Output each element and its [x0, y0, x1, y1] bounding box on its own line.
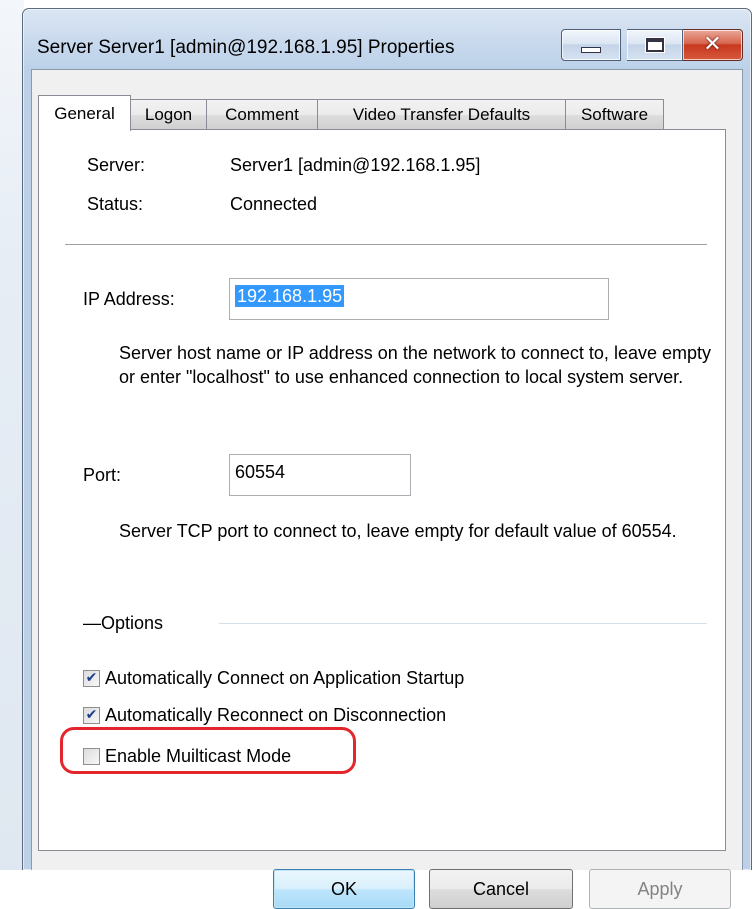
tab-software[interactable]: Software: [565, 99, 664, 130]
properties-dialog: Server Server1 [admin@192.168.1.95] Prop…: [22, 8, 752, 909]
desktop-background: [0, 0, 24, 870]
separator: [65, 244, 707, 246]
options-group-line: [219, 623, 707, 625]
option-auto-reconnect[interactable]: ✔ Automatically Reconnect on Disconnecti…: [83, 702, 446, 728]
apply-button[interactable]: Apply: [589, 869, 731, 909]
tab-comment[interactable]: Comment: [206, 99, 318, 130]
ip-address-input[interactable]: 192.168.1.95: [229, 278, 609, 320]
options-group-label: —Options: [83, 613, 164, 633]
port-description: Server TCP port to connect to, leave emp…: [119, 521, 677, 541]
red-highlight-annotation: [60, 727, 356, 774]
minimize-button[interactable]: [561, 29, 621, 61]
option-auto-connect[interactable]: ✔ Automatically Connect on Application S…: [83, 665, 464, 691]
tab-video-transfer-defaults[interactable]: Video Transfer Defaults: [317, 99, 566, 130]
ip-address-value: 192.168.1.95: [235, 285, 345, 307]
minimize-icon: [581, 47, 601, 53]
port-label: Port:: [83, 465, 122, 485]
maximize-button[interactable]: [627, 29, 683, 61]
port-input[interactable]: 60554: [229, 454, 411, 496]
ip-address-description: Server host name or IP address on the ne…: [119, 343, 711, 387]
checkbox-icon[interactable]: ✔: [83, 669, 100, 687]
ip-address-label: IP Address:: [83, 289, 175, 309]
title-bar[interactable]: Server Server1 [admin@192.168.1.95] Prop…: [23, 9, 751, 69]
server-label: Server:: [87, 155, 146, 175]
server-value: Server1 [admin@192.168.1.95]: [230, 155, 481, 175]
checkbox-icon[interactable]: ✔: [83, 706, 100, 724]
tab-logon[interactable]: Logon: [130, 99, 207, 130]
dialog-client-area: General Logon Comment Video Transfer Def…: [31, 69, 743, 909]
close-icon: ✕: [703, 32, 722, 57]
options-label: Options: [101, 613, 164, 633]
close-button[interactable]: ✕: [683, 29, 743, 61]
tab-general[interactable]: General: [38, 95, 131, 131]
port-value: 60554: [235, 462, 286, 482]
ok-button[interactable]: OK: [273, 869, 415, 909]
window-title: Server Server1 [admin@192.168.1.95] Prop…: [37, 37, 455, 58]
window-controls: ✕: [561, 29, 743, 61]
cancel-button[interactable]: Cancel: [429, 869, 573, 909]
status-value: Connected: [230, 194, 318, 214]
option-label: Automatically Reconnect on Disconnection: [105, 704, 447, 725]
option-label: Automatically Connect on Application Sta…: [105, 667, 465, 688]
maximize-icon: [645, 38, 664, 52]
status-label: Status:: [87, 194, 144, 214]
